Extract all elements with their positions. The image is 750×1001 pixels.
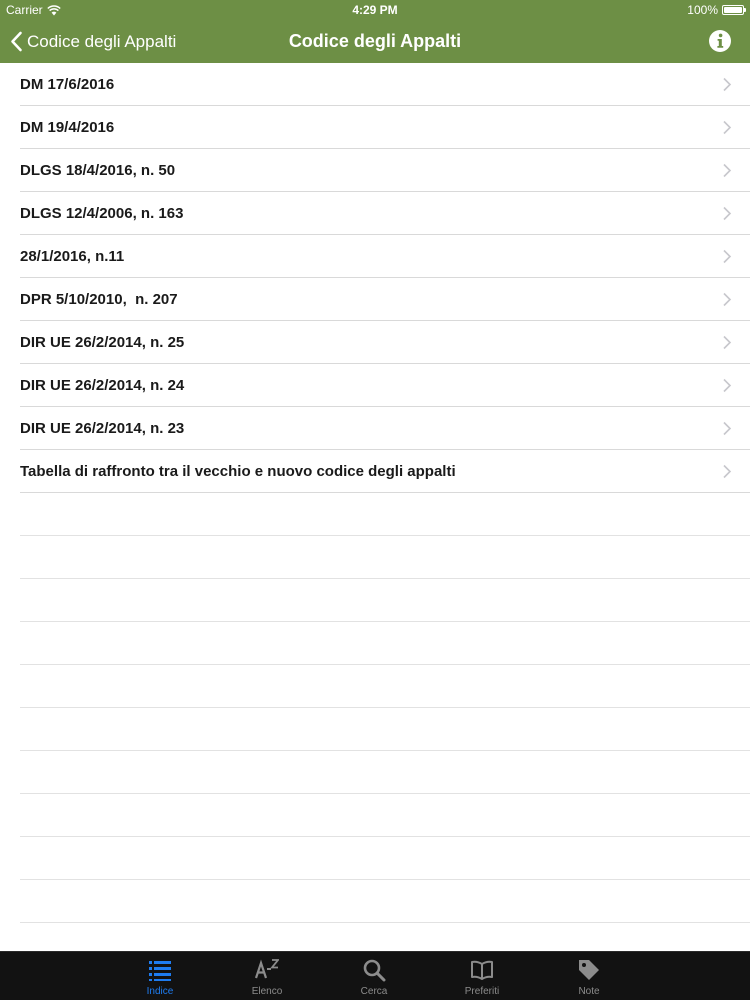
tab-bar: Indice Elenco Cerca Preferiti Note	[0, 951, 750, 1000]
battery-indicator: 100%	[687, 3, 746, 17]
index-list: DM 17/6/2016 DM 19/4/2016 DLGS 18/4/2016…	[0, 63, 750, 493]
status-time: 4:29 PM	[352, 3, 398, 17]
tab-indice[interactable]: Indice	[125, 952, 195, 1001]
search-icon	[363, 959, 386, 982]
empty-table-area	[0, 493, 750, 950]
tab-label: Elenco	[251, 986, 283, 997]
list-item[interactable]: 28/1/2016, n.11	[0, 235, 750, 278]
row-divider	[20, 879, 750, 880]
list-item-label: DM 17/6/2016	[20, 76, 115, 93]
tab-label: Note	[578, 986, 600, 997]
row-divider	[20, 793, 750, 794]
chevron-right-icon	[723, 206, 732, 221]
list-item-label: DPR 5/10/2010, n. 207	[20, 291, 178, 308]
battery-percent: 100%	[687, 3, 718, 17]
list-item[interactable]: DIR UE 26/2/2014, n. 25	[0, 321, 750, 364]
a-z-icon	[255, 959, 279, 979]
list-icon	[149, 961, 171, 981]
list-item-label: DM 19/4/2016	[20, 119, 115, 136]
tab-label: Cerca	[360, 986, 388, 997]
list-item[interactable]: DPR 5/10/2010, n. 207	[0, 278, 750, 321]
row-divider	[20, 922, 750, 923]
list-item[interactable]: DLGS 12/4/2006, n. 163	[0, 192, 750, 235]
list-item[interactable]: DIR UE 26/2/2014, n. 24	[0, 364, 750, 407]
list-item[interactable]: Tabella di raffronto tra il vecchio e nu…	[0, 450, 750, 493]
row-divider	[20, 707, 750, 708]
row-divider	[20, 535, 750, 536]
list-item-label: DLGS 18/4/2016, n. 50	[20, 162, 176, 179]
back-button-label: Codice degli Appalti	[27, 31, 177, 51]
status-bar: Carrier 4:29 PM 100%	[0, 0, 750, 20]
chevron-right-icon	[723, 249, 732, 264]
chevron-right-icon	[723, 378, 732, 393]
row-divider	[20, 750, 750, 751]
chevron-right-icon	[723, 120, 732, 135]
chevron-right-icon	[723, 292, 732, 307]
list-item-label: Tabella di raffronto tra il vecchio e nu…	[20, 463, 456, 480]
row-divider	[20, 578, 750, 579]
navigation-bar: Codice degli Appalti Codice degli Appalt…	[0, 20, 750, 63]
tag-icon	[579, 960, 599, 980]
chevron-right-icon	[723, 77, 732, 92]
list-item[interactable]: DM 17/6/2016	[0, 63, 750, 106]
chevron-right-icon	[723, 421, 732, 436]
list-item-label: DLGS 12/4/2006, n. 163	[20, 205, 184, 222]
list-item[interactable]: DIR UE 26/2/2014, n. 23	[0, 407, 750, 450]
battery-icon	[722, 5, 746, 15]
tab-note[interactable]: Note	[554, 952, 624, 1001]
list-item[interactable]: DM 19/4/2016	[0, 106, 750, 149]
row-divider	[20, 836, 750, 837]
row-divider	[20, 664, 750, 665]
row-divider	[20, 621, 750, 622]
list-item-label: 28/1/2016, n.11	[20, 248, 125, 265]
tab-cerca[interactable]: Cerca	[339, 952, 409, 1001]
tab-preferiti[interactable]: Preferiti	[447, 952, 517, 1001]
chevron-right-icon	[723, 163, 732, 178]
book-icon	[471, 960, 493, 980]
back-button[interactable]: Codice degli Appalti	[10, 20, 176, 63]
info-icon[interactable]	[708, 29, 732, 53]
tab-label: Indice	[146, 986, 174, 997]
list-item[interactable]: DLGS 18/4/2016, n. 50	[0, 149, 750, 192]
chevron-right-icon	[723, 464, 732, 479]
list-item-label: DIR UE 26/2/2014, n. 23	[20, 420, 185, 437]
tab-label: Preferiti	[464, 986, 500, 997]
list-item-label: DIR UE 26/2/2014, n. 25	[20, 334, 185, 351]
chevron-left-icon	[11, 31, 22, 52]
list-item-label: DIR UE 26/2/2014, n. 24	[20, 377, 185, 394]
chevron-right-icon	[723, 335, 732, 350]
tab-elenco[interactable]: Elenco	[232, 952, 302, 1001]
